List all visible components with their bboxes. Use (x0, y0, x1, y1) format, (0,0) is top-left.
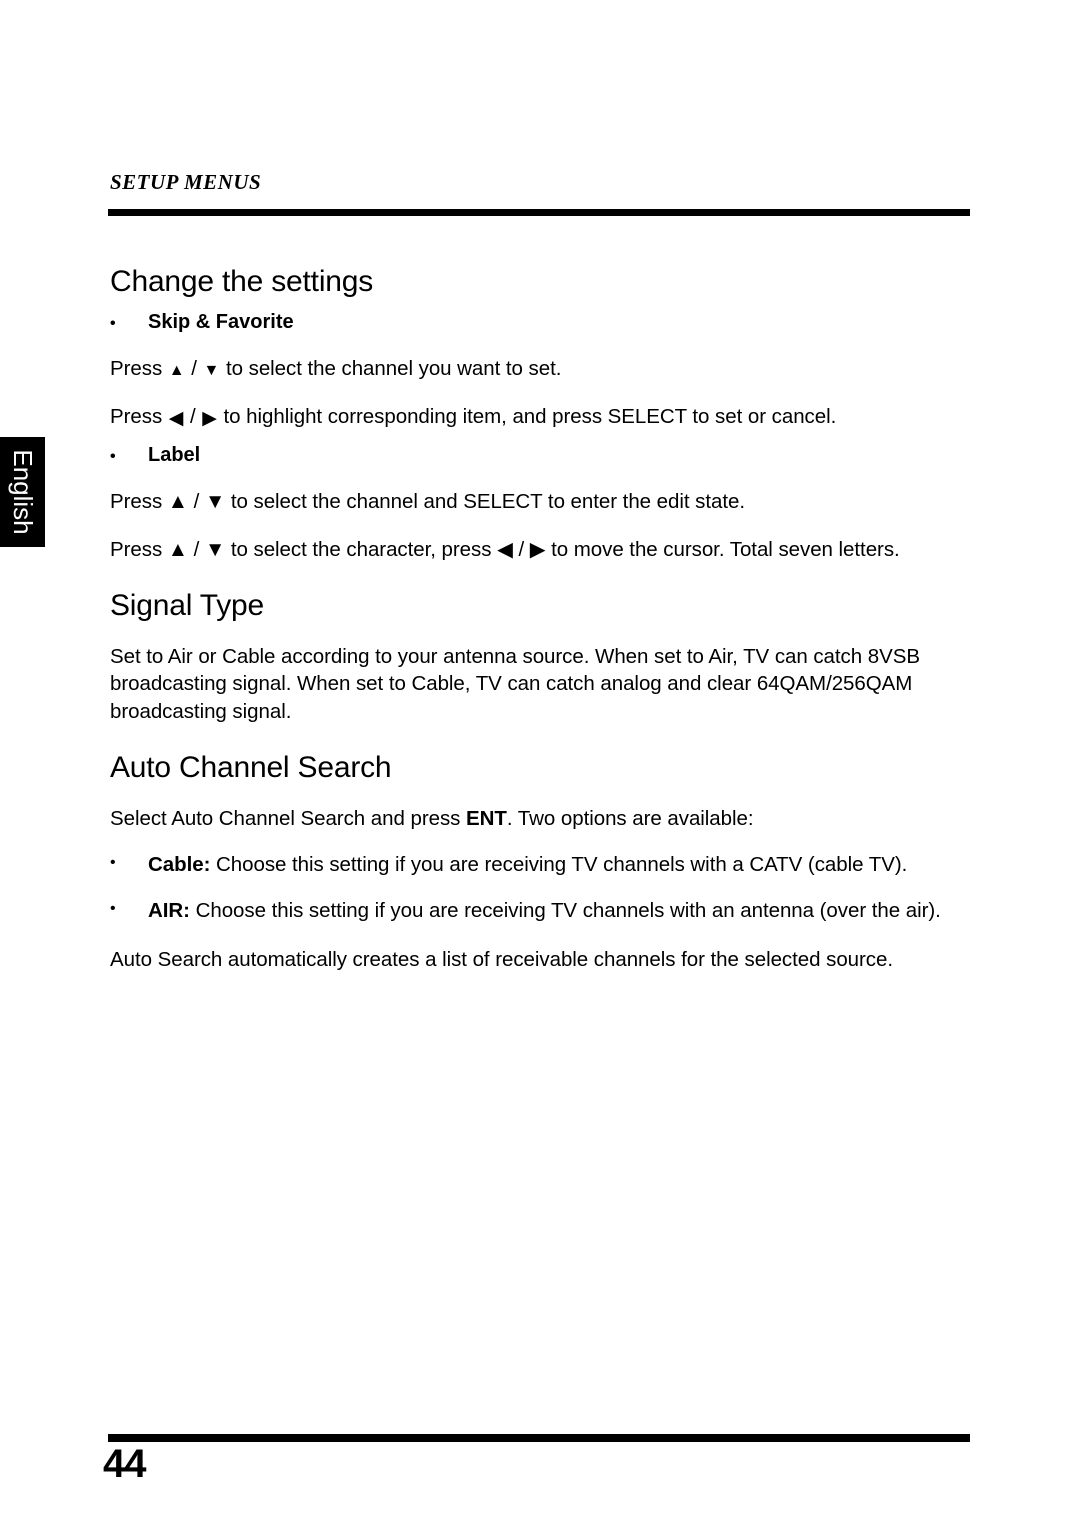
text-fragment: to select the channel you want to set. (220, 357, 562, 380)
text-fragment: to highlight corresponding item, and pre… (217, 405, 837, 429)
option-label-cable: Cable: (148, 853, 211, 876)
subheading-label-text: Label (148, 443, 201, 466)
section-heading-auto-channel-search: Auto Channel Search (110, 750, 392, 784)
text-fragment: Choose this setting if you are receiving… (210, 853, 908, 876)
paragraph-skip-favorite-2: Press ◀ / ▶ to highlight corresponding i… (110, 403, 978, 430)
bullet-icon: • (110, 447, 116, 465)
subheading-label: Skip & Favorite (148, 311, 294, 333)
running-head: SETUP MENUS (110, 170, 262, 194)
section-heading-signal-type: Signal Type (110, 589, 265, 622)
list-item-cable: • Cable: Choose this setting if you are … (110, 851, 978, 878)
footer-rule (108, 1434, 970, 1442)
paragraph-skip-favorite-1: Press ▲ / ▼ to select the channel you wa… (110, 355, 978, 382)
header-rule (108, 209, 970, 216)
list-item-text: AIR: Choose this setting if you are rece… (148, 897, 978, 924)
bullet-icon: • (110, 854, 116, 871)
paragraph-label-1: Press ▲ / ▼ to select the channel and SE… (110, 489, 746, 513)
language-side-tab: English (0, 437, 45, 547)
arrow-left-icon: ◀ (168, 408, 184, 429)
paragraph-signal-type: Set to Air or Cable according to your an… (110, 645, 920, 723)
key-name-ent: ENT (466, 806, 507, 830)
paragraph-label-2: Press ▲ / ▼ to select the character, pre… (110, 537, 900, 561)
list-item-text: Cable: Choose this setting if you are re… (148, 851, 978, 878)
text-fragment: Press (110, 405, 168, 429)
page-number: 44 (103, 1442, 146, 1486)
paragraph-auto-search-closing: Auto Search automatically creates a list… (110, 947, 893, 971)
section-heading-change-the-settings: Change the settings (110, 265, 374, 298)
text-fragment: Choose this setting if you are receiving… (189, 899, 941, 923)
manual-page: SETUP MENUS English Change the settings … (0, 0, 1080, 1529)
text-fragment: / (185, 357, 203, 380)
text-fragment: Press (110, 357, 168, 380)
bullet-icon: • (110, 315, 116, 332)
language-side-tab-label: English (7, 449, 38, 535)
page-content: Change the settings • Skip & Favorite Pr… (110, 265, 978, 973)
subheading-skip-and-favorite: • Skip & Favorite (110, 311, 978, 334)
bullet-icon: • (110, 900, 116, 918)
subheading-label: • Label (110, 444, 978, 467)
paragraph-auto-search-intro: Select Auto Channel Search and press ENT… (110, 805, 978, 832)
text-fragment: Select Auto Channel Search and press (110, 806, 466, 830)
arrow-right-icon: ▶ (202, 408, 217, 429)
list-item-air: • AIR: Choose this setting if you are re… (110, 897, 978, 924)
text-fragment: . Two options are available: (506, 806, 754, 830)
arrow-up-icon: ▲ (168, 361, 185, 379)
text-fragment: / (184, 405, 202, 429)
option-label-air: AIR: (148, 899, 190, 923)
arrow-down-icon: ▼ (203, 361, 220, 379)
